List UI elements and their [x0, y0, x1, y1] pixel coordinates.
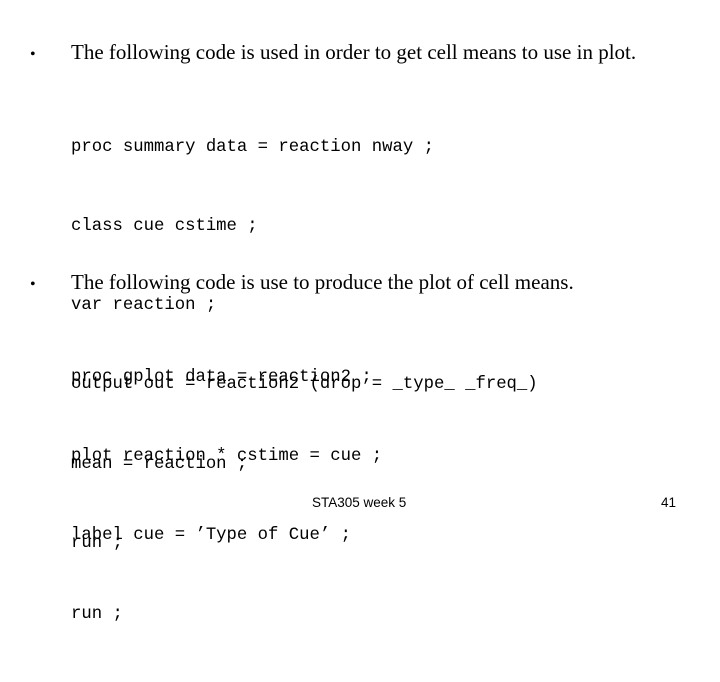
footer-course-label: STA305 week 5 [312, 495, 407, 510]
bullet-icon: • [30, 46, 36, 63]
code-line: plot reaction * cstime = cue ; [71, 447, 383, 467]
code-line: proc summary data = reaction nway ; [71, 137, 434, 157]
code-line: run ; [71, 605, 123, 625]
code-line: class cue cstime ; [71, 217, 258, 237]
code-line: proc gplot data = reaction2 ; [71, 367, 372, 387]
bullet-text: The following code is used in order to g… [71, 40, 637, 64]
code-line: label cue = ’Type of Cue’ ; [71, 526, 352, 546]
bullet-text: The following code is use to produce the… [71, 270, 574, 294]
bullet-icon: • [30, 276, 36, 293]
bullet-point-1: • The following code is used in order to… [30, 40, 636, 65]
bullet-point-2: • The following code is use to produce t… [30, 270, 574, 295]
footer-page-number: 41 [660, 495, 676, 510]
